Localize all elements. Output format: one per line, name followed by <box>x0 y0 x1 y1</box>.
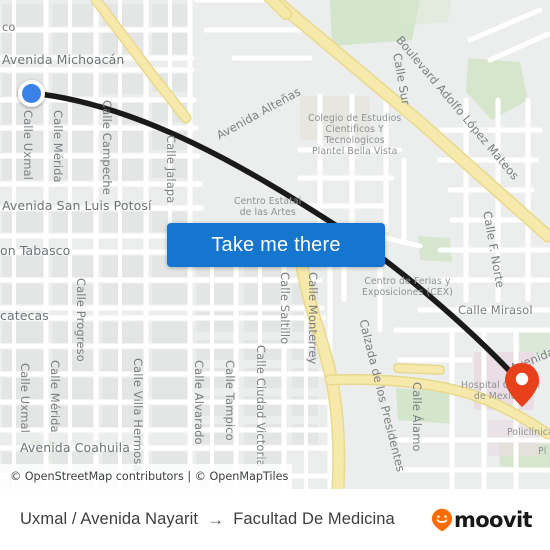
route-summary: Uxmal / Avenida Nayarit → Facultad De Me… <box>20 510 395 530</box>
origin-marker[interactable] <box>18 80 45 107</box>
school-area <box>300 96 370 140</box>
map-pin-icon <box>505 363 539 407</box>
footer-bar: Uxmal / Avenida Nayarit → Facultad De Me… <box>0 489 550 550</box>
route-destination-label: Facultad De Medicina <box>233 510 395 528</box>
destination-marker[interactable] <box>504 362 540 408</box>
map-canvas[interactable]: co Avenida Michoacán Avenida San Luis Poto… <box>0 0 550 489</box>
take-me-there-button[interactable]: Take me there <box>167 223 385 267</box>
map-attribution[interactable]: © OpenStreetMap contributors | © OpenMap… <box>0 464 292 489</box>
moovit-pin-icon <box>431 508 453 531</box>
route-origin-label: Uxmal / Avenida Nayarit <box>20 510 199 528</box>
moovit-logo[interactable]: moovit <box>431 507 533 532</box>
arrow-right-icon: → <box>207 509 225 529</box>
map-widget: co Avenida Michoacán Avenida San Luis Poto… <box>0 0 550 550</box>
moovit-wordmark: moovit <box>453 507 533 532</box>
